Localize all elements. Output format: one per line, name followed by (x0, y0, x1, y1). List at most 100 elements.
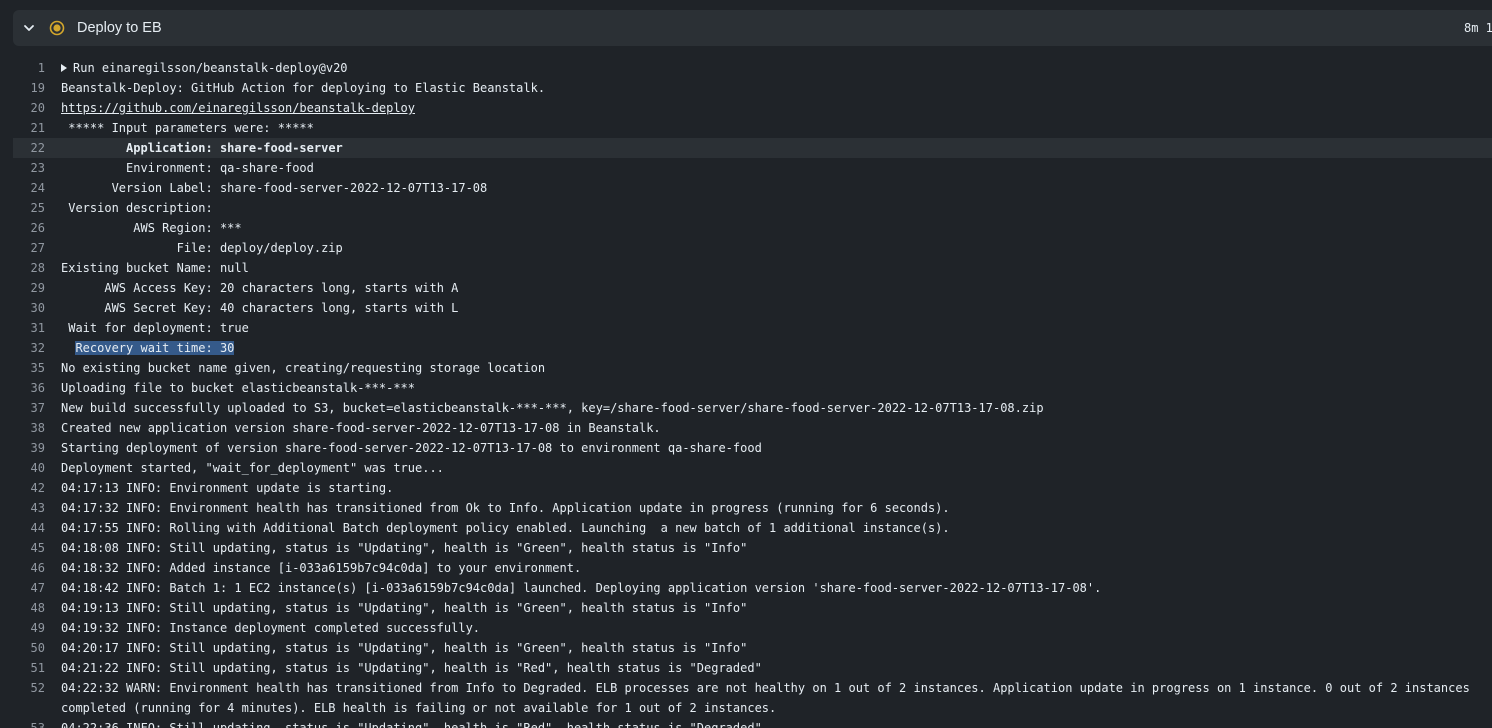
log-line[interactable]: 47 04:18:42 INFO: Batch 1: 1 EC2 instance… (13, 578, 1492, 598)
log-text: 04:18:42 INFO: Batch 1: 1 EC2 instance(s… (61, 581, 1102, 595)
log-text: Uploading file to bucket elasticbeanstal… (61, 381, 416, 395)
log-line[interactable]: 50 04:20:17 INFO: Still updating, status … (13, 638, 1492, 658)
log-text: 04:18:32 INFO: Added instance [i-033a615… (61, 561, 582, 575)
line-number[interactable]: 1 (13, 58, 61, 78)
line-number[interactable]: 38 (13, 418, 61, 438)
log-line[interactable]: 44 04:17:55 INFO: Rolling with Additional… (13, 518, 1492, 538)
log-line[interactable]: 49 04:19:32 INFO: Instance deployment com… (13, 618, 1492, 638)
line-number[interactable]: 44 (13, 518, 61, 538)
line-number[interactable]: 40 (13, 458, 61, 478)
line-number[interactable]: 51 (13, 658, 61, 678)
log-text: 04:22:32 WARN: Environment health has tr… (61, 681, 1478, 715)
log-line[interactable]: 22 Application: share-food-server (13, 138, 1492, 158)
line-number[interactable]: 24 (13, 178, 61, 198)
line-number[interactable]: 25 (13, 198, 61, 218)
line-number[interactable]: 21 (13, 118, 61, 138)
step-duration: 8m 1 (1464, 21, 1492, 35)
line-number[interactable]: 46 (13, 558, 61, 578)
workflow-log-view: Deploy to EB 8m 1 1 Run einaregilsson/bea… (0, 0, 1492, 728)
log-line[interactable]: 52 04:22:32 WARN: Environment health has … (13, 678, 1492, 718)
line-number[interactable]: 27 (13, 238, 61, 258)
line-number[interactable]: 26 (13, 218, 61, 238)
log-link[interactable]: https://github.com/einaregilsson/beansta… (61, 101, 415, 115)
line-number[interactable]: 29 (13, 278, 61, 298)
log-text: 04:22:36 INFO: Still updating, status is… (61, 721, 762, 728)
log-line[interactable]: 19 Beanstalk-Deploy: GitHub Action for de… (13, 78, 1492, 98)
line-number[interactable]: 37 (13, 398, 61, 418)
log-line[interactable]: 45 04:18:08 INFO: Still updating, status … (13, 538, 1492, 558)
log-line[interactable]: 29 AWS Access Key: 20 characters long, s… (13, 278, 1492, 298)
log-text: Deployment started, "wait_for_deployment… (61, 461, 444, 475)
line-number[interactable]: 22 (13, 138, 61, 158)
log-line[interactable]: 32 Recovery wait time: 30 (13, 338, 1492, 358)
log-text: No existing bucket name given, creating/… (61, 361, 546, 375)
log-line[interactable]: 30 AWS Secret Key: 40 characters long, s… (13, 298, 1492, 318)
log-text: Existing bucket Name: null (61, 261, 249, 275)
log-text: Wait for deployment: true (61, 321, 249, 335)
log-text: AWS Secret Key: 40 characters long, star… (61, 301, 459, 315)
log-line[interactable]: 42 04:17:13 INFO: Environment update is s… (13, 478, 1492, 498)
line-number[interactable]: 53 (13, 718, 61, 728)
log-text: Version Label: share-food-server-2022-12… (61, 181, 488, 195)
line-number[interactable]: 45 (13, 538, 61, 558)
log-text: New build successfully uploaded to S3, b… (61, 401, 1044, 415)
log-text: Application: share-food-server (61, 141, 343, 155)
line-number[interactable]: 43 (13, 498, 61, 518)
log-line[interactable]: 39 Starting deployment of version share-f… (13, 438, 1492, 458)
log-line[interactable]: 20 https://github.com/einaregilsson/beans… (13, 98, 1492, 118)
log-text: ***** Input parameters were: ***** (61, 121, 314, 135)
log-line[interactable]: 40 Deployment started, "wait_for_deployme… (13, 458, 1492, 478)
line-number[interactable]: 31 (13, 318, 61, 338)
selected-text: Recovery wait time: 30 (75, 341, 235, 355)
line-number[interactable]: 20 (13, 98, 61, 118)
log-line[interactable]: 1 Run einaregilsson/beanstalk-deploy@v20 (13, 58, 1492, 78)
line-number[interactable]: 48 (13, 598, 61, 618)
line-number[interactable]: 47 (13, 578, 61, 598)
log-line[interactable]: 48 04:19:13 INFO: Still updating, status … (13, 598, 1492, 618)
line-number[interactable]: 35 (13, 358, 61, 378)
log-text: 04:19:32 INFO: Instance deployment compl… (61, 621, 481, 635)
line-number[interactable]: 19 (13, 78, 61, 98)
log-line[interactable]: 24 Version Label: share-food-server-2022… (13, 178, 1492, 198)
log-line[interactable]: 25 Version description: (13, 198, 1492, 218)
log-text: Beanstalk-Deploy: GitHub Action for depl… (61, 81, 546, 95)
log-line[interactable]: 53 04:22:36 INFO: Still updating, status … (13, 718, 1492, 728)
log-text: Version description: (61, 201, 220, 215)
log-text: 04:21:22 INFO: Still updating, status is… (61, 661, 762, 675)
log-line[interactable]: 27 File: deploy/deploy.zip (13, 238, 1492, 258)
log-line[interactable]: 31 Wait for deployment: true (13, 318, 1492, 338)
log-line[interactable]: 38 Created new application version share-… (13, 418, 1492, 438)
chevron-down-icon[interactable] (13, 10, 45, 46)
line-number[interactable]: 52 (13, 678, 61, 698)
log-line[interactable]: 35 No existing bucket name given, creatin… (13, 358, 1492, 378)
log-text: 04:20:17 INFO: Still updating, status is… (61, 641, 748, 655)
line-number[interactable]: 36 (13, 378, 61, 398)
line-number[interactable]: 30 (13, 298, 61, 318)
log-text: Environment: qa-share-food (61, 161, 314, 175)
log-text: AWS Access Key: 20 characters long, star… (61, 281, 459, 295)
line-number[interactable]: 28 (13, 258, 61, 278)
line-number[interactable]: 39 (13, 438, 61, 458)
line-number[interactable]: 32 (13, 338, 61, 358)
in-progress-status-icon (49, 20, 65, 36)
log-line[interactable]: 21 ***** Input parameters were: ***** (13, 118, 1492, 138)
log-line[interactable]: 46 04:18:32 INFO: Added instance [i-033a6… (13, 558, 1492, 578)
step-header[interactable]: Deploy to EB 8m 1 (13, 10, 1492, 46)
log-line[interactable]: 51 04:21:22 INFO: Still updating, status … (13, 658, 1492, 678)
log-line[interactable]: 23 Environment: qa-share-food (13, 158, 1492, 178)
line-number[interactable]: 42 (13, 478, 61, 498)
log-line[interactable]: 26 AWS Region: *** (13, 218, 1492, 238)
line-number[interactable]: 50 (13, 638, 61, 658)
log-line[interactable]: 43 04:17:32 INFO: Environment health has … (13, 498, 1492, 518)
log-line[interactable]: 37 New build successfully uploaded to S3,… (13, 398, 1492, 418)
line-number[interactable]: 23 (13, 158, 61, 178)
log-text: 04:17:55 INFO: Rolling with Additional B… (61, 521, 950, 535)
log-group-label[interactable]: Run einaregilsson/beanstalk-deploy@v20 (73, 61, 348, 75)
log-text: 04:19:13 INFO: Still updating, status is… (61, 601, 748, 615)
line-number[interactable]: 49 (13, 618, 61, 638)
log-line[interactable]: 28 Existing bucket Name: null (13, 258, 1492, 278)
log-line[interactable]: 36 Uploading file to bucket elasticbeanst… (13, 378, 1492, 398)
expand-triangle-icon[interactable] (61, 64, 67, 72)
log-text: Starting deployment of version share-foo… (61, 441, 762, 455)
log-text: 04:17:32 INFO: Environment health has tr… (61, 501, 950, 515)
